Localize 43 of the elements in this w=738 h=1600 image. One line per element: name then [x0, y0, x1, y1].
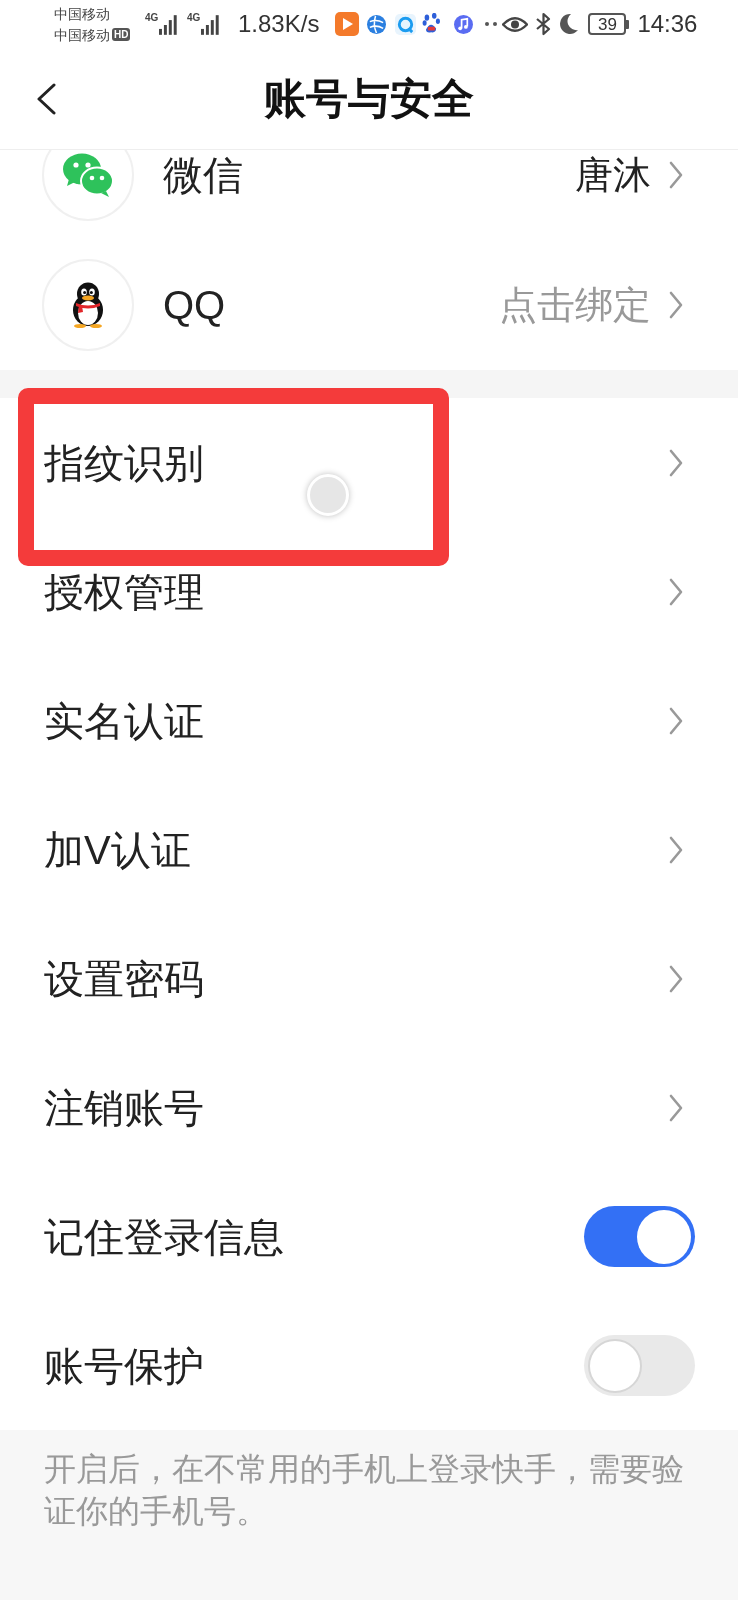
account-name: 微信: [163, 155, 243, 195]
status-time: 14:36: [637, 12, 698, 36]
footer-note: 开启后，在不常用的手机上登录快手，需要验证你的手机号。: [44, 1450, 685, 1531]
setting-label[interactable]: 注销账号: [44, 1087, 204, 1128]
carrier-label: 中国移动: [54, 25, 110, 44]
music-note-app-icon: [454, 14, 474, 34]
setting-label[interactable]: 授权管理: [44, 571, 204, 612]
account-name: QQ: [163, 285, 226, 325]
setting-label[interactable]: 账号保护: [44, 1345, 204, 1386]
ring-app-icon: [395, 13, 417, 35]
chevron-right-icon: [669, 835, 683, 864]
globe-app-icon: [367, 14, 387, 34]
page-title: 账号与安全: [264, 77, 474, 120]
setting-label[interactable]: 指纹识别: [44, 442, 204, 483]
chevron-right-icon: [669, 448, 683, 477]
account-status: 点击绑定: [499, 286, 651, 324]
setting-label[interactable]: 实名认证: [44, 700, 204, 741]
chevron-right-icon: [669, 161, 683, 189]
play-app-icon: [335, 12, 360, 36]
account-status: 唐沐: [575, 156, 651, 194]
chevron-right-icon: [669, 291, 683, 319]
setting-label[interactable]: 设置密码: [44, 958, 204, 999]
network-type-label: 4G: [187, 12, 201, 23]
chevron-right-icon: [669, 1093, 683, 1122]
setting-label[interactable]: 加V认证: [44, 829, 191, 870]
paw-app-icon: [422, 13, 442, 35]
dots-icon: [485, 22, 498, 26]
network-type-label: 4G: [145, 12, 159, 23]
chevron-right-icon: [669, 964, 683, 993]
signal-bars-icon: [201, 14, 221, 36]
setting-label[interactable]: 记住登录信息: [44, 1216, 284, 1257]
battery-indicator: 39: [588, 13, 630, 35]
hd-badge: HD: [112, 28, 131, 41]
chevron-right-icon: [669, 706, 683, 735]
carrier-label: 中国移动: [54, 4, 110, 23]
chevron-right-icon: [669, 577, 683, 606]
moon-icon: [559, 13, 580, 35]
network-speed: 1.83K/s: [238, 12, 320, 36]
toggle-switch[interactable]: [584, 1206, 695, 1267]
bluetooth-icon: [535, 12, 553, 36]
signal-bars-icon: [159, 14, 179, 36]
eye-icon: [502, 15, 529, 33]
back-icon: [36, 82, 56, 115]
